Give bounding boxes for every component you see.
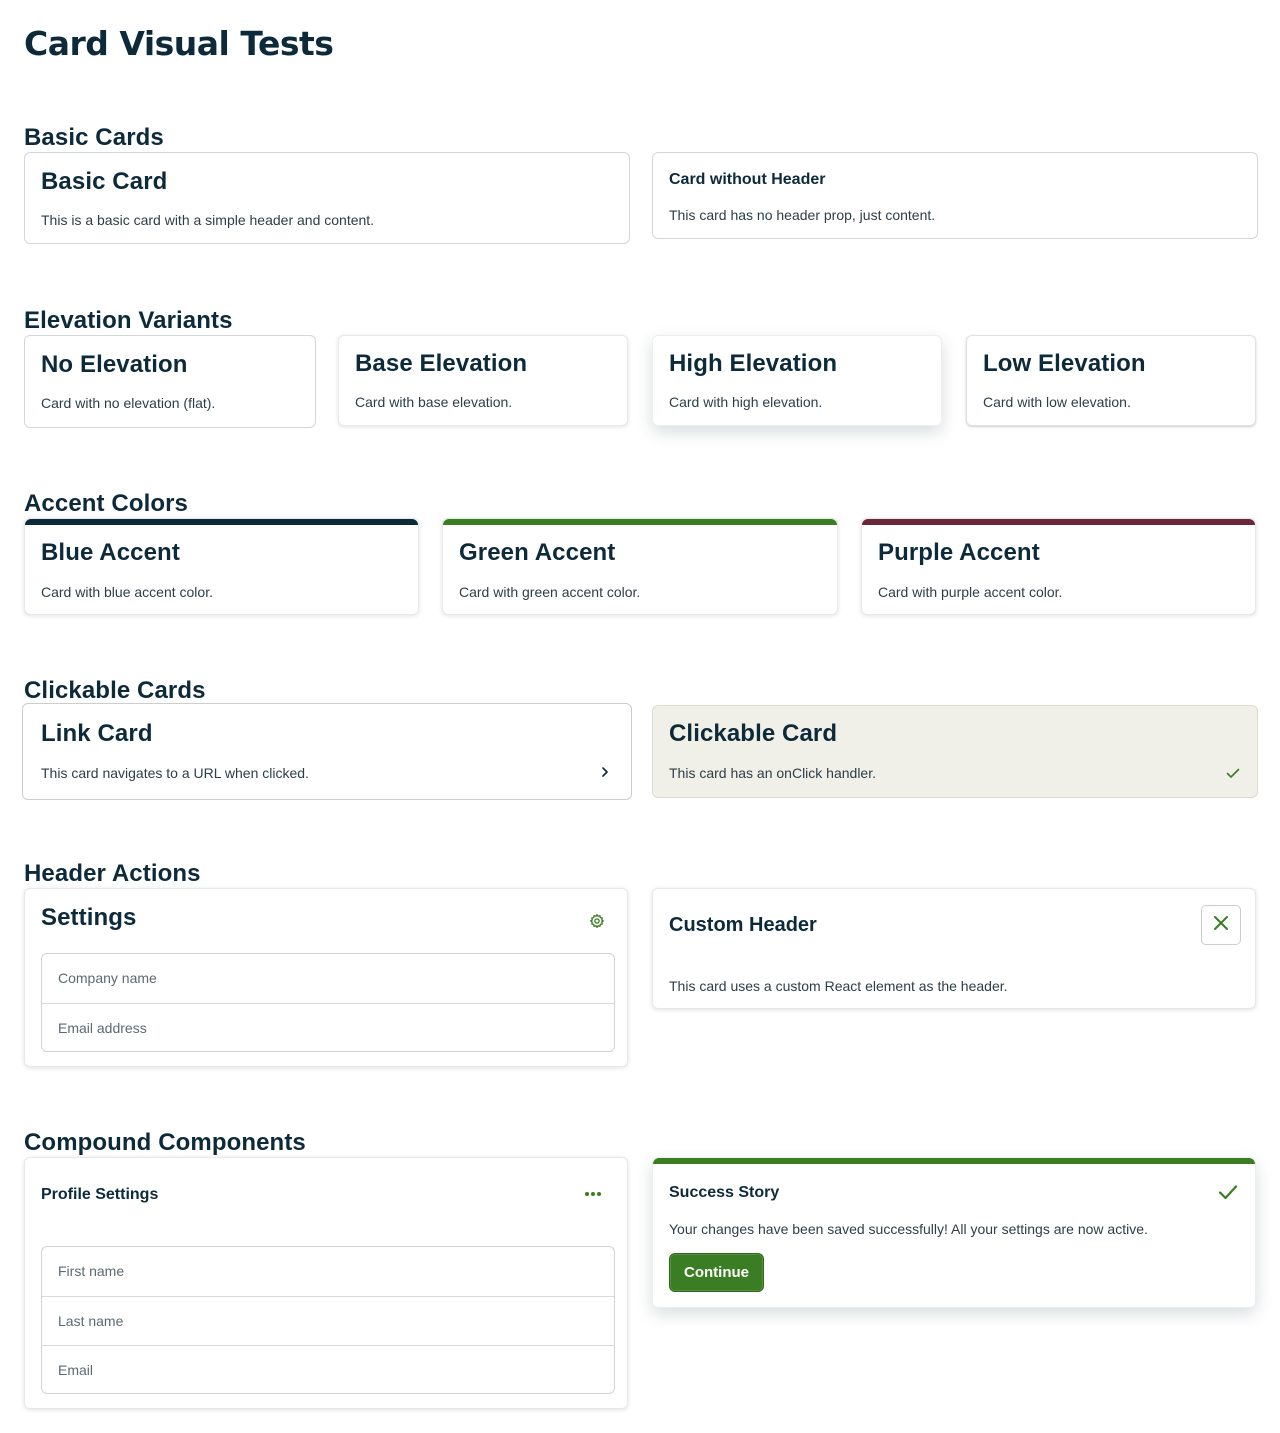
section-title-elevation-variants: Elevation Variants — [24, 307, 233, 334]
first-name-field[interactable]: First name — [42, 1247, 614, 1296]
settings-card: Settings Company name Email address — [24, 888, 628, 1067]
section-title-clickable-cards: Clickable Cards — [24, 677, 206, 704]
clickable-card[interactable]: Clickable Card This card has an onClick … — [652, 705, 1258, 798]
page-title: Card Visual Tests — [24, 24, 334, 63]
company-name-field[interactable]: Company name — [42, 954, 614, 1003]
section-title-header-actions: Header Actions — [24, 860, 201, 887]
card-title: Low Elevation — [983, 350, 1146, 377]
profile-form: First name Last name Email — [41, 1246, 615, 1394]
card-body: Card with base elevation. — [355, 394, 513, 410]
field-placeholder: Email address — [58, 1020, 147, 1036]
custom-header-card: Custom Header This card uses a custom Re… — [652, 888, 1256, 1009]
gear-icon[interactable] — [587, 911, 607, 931]
high-elevation-card: High Elevation Card with high elevation. — [652, 335, 942, 426]
more-horizontal-icon[interactable] — [581, 1184, 605, 1204]
card-title: Base Elevation — [355, 350, 528, 377]
close-icon — [1212, 914, 1230, 937]
field-placeholder: First name — [58, 1263, 125, 1279]
card-title: Custom Header — [669, 914, 817, 936]
base-elevation-card: Base Elevation Card with base elevation. — [338, 335, 628, 426]
no-elevation-card: No Elevation Card with no elevation (fla… — [24, 335, 316, 428]
email-address-field[interactable]: Email address — [42, 1003, 614, 1052]
basic-card: Basic Card This is a basic card with a s… — [24, 152, 630, 244]
purple-accent-card: Purple Accent Card with purple accent co… — [861, 518, 1256, 615]
settings-form: Company name Email address — [41, 953, 615, 1052]
field-placeholder: Email — [58, 1362, 94, 1378]
card-title: Purple Accent — [878, 539, 1040, 566]
section-title-basic-cards: Basic Cards — [24, 124, 164, 151]
card-body: Your changes have been saved successfull… — [669, 1221, 1148, 1237]
card-body: This is a basic card with a simple heade… — [41, 212, 375, 228]
accent-bar — [653, 1158, 1255, 1164]
low-elevation-card: Low Elevation Card with low elevation. — [966, 335, 1256, 426]
card-body: This card navigates to a URL when clicke… — [41, 765, 309, 781]
card-title: No Elevation — [41, 351, 188, 378]
card-title: Success Story — [669, 1184, 780, 1201]
card-body: Card with low elevation. — [983, 394, 1131, 410]
card-body: Card with high elevation. — [669, 394, 823, 410]
card-title: High Elevation — [669, 350, 838, 377]
accent-bar — [25, 519, 418, 525]
success-story-card: Success Story Your changes have been sav… — [652, 1157, 1256, 1308]
chevron-right-icon — [599, 764, 611, 780]
green-accent-card: Green Accent Card with green accent colo… — [442, 518, 838, 615]
card-without-header: Card without Header This card has no hea… — [652, 152, 1258, 239]
card-title: Settings — [41, 904, 137, 931]
card-body: This card has no header prop, just conte… — [669, 207, 936, 223]
section-title-compound-components: Compound Components — [24, 1129, 306, 1156]
continue-button[interactable]: Continue — [669, 1253, 764, 1292]
profile-settings-card: Profile Settings First name Last name Em… — [24, 1157, 628, 1409]
card-title: Clickable Card — [669, 720, 838, 747]
field-placeholder: Last name — [58, 1313, 124, 1329]
accent-bar — [862, 519, 1255, 525]
card-body: Card with blue accent color. — [41, 584, 213, 600]
field-placeholder: Company name — [58, 970, 157, 986]
close-button[interactable] — [1201, 905, 1241, 945]
card-title: Profile Settings — [41, 1186, 159, 1203]
card-body: Card with purple accent color. — [878, 584, 1063, 600]
card-title: Basic Card — [41, 168, 168, 195]
card-body: This card uses a custom React element as… — [669, 978, 1008, 994]
card-title: Card without Header — [669, 171, 826, 188]
card-title: Link Card — [41, 720, 153, 747]
card-body: Card with green accent color. — [459, 584, 641, 600]
card-body: This card has an onClick handler. — [669, 765, 876, 781]
card-body: Card with no elevation (flat). — [41, 395, 216, 411]
link-card[interactable]: Link Card This card navigates to a URL w… — [22, 703, 632, 800]
last-name-field[interactable]: Last name — [42, 1296, 614, 1345]
email-field[interactable]: Email — [42, 1345, 614, 1394]
check-icon — [1217, 1181, 1239, 1203]
blue-accent-card: Blue Accent Card with blue accent color. — [24, 518, 419, 615]
card-title: Green Accent — [459, 539, 616, 566]
accent-bar — [443, 519, 837, 525]
card-title: Blue Accent — [41, 539, 180, 566]
section-title-accent-colors: Accent Colors — [24, 490, 189, 517]
check-icon — [1225, 765, 1241, 781]
